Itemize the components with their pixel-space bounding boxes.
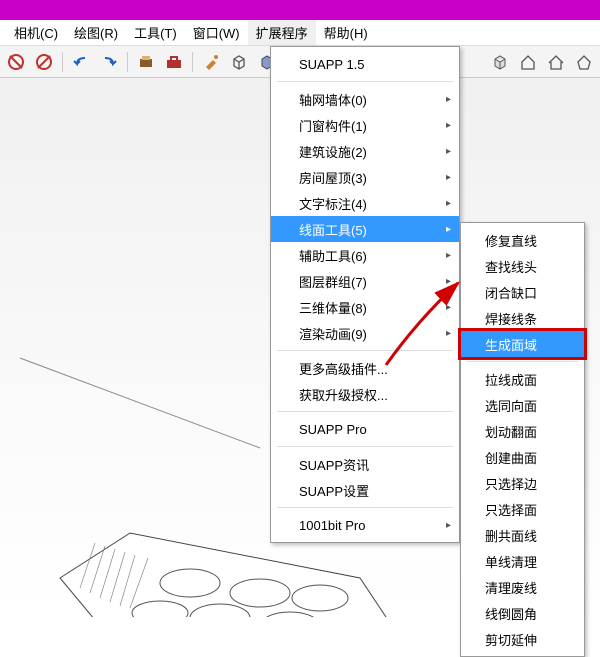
sub-stroke-flip[interactable]: 划动翻面	[461, 418, 584, 444]
sub-find-line-end[interactable]: 查找线头	[461, 253, 584, 279]
menu-more-plugins[interactable]: 更多高级插件...	[271, 355, 459, 381]
item-label: 轴网墙体(0)	[299, 90, 367, 109]
chevron-right-icon: ▸	[446, 250, 451, 261]
item-label: 建筑设施(2)	[299, 142, 367, 161]
item-label: SUAPP资讯	[299, 455, 369, 474]
sub-line-cleanup[interactable]: 单线清理	[461, 548, 584, 574]
house2-icon[interactable]	[544, 50, 568, 74]
paint-icon[interactable]	[199, 50, 223, 74]
sub-trim-extend[interactable]: 剪切延伸	[461, 626, 584, 652]
print-icon[interactable]	[134, 50, 158, 74]
item-label: 线面工具(5)	[299, 220, 367, 239]
toolbar-sep	[127, 52, 128, 72]
menu-draw[interactable]: 绘图(R)	[66, 20, 126, 45]
globe-icon[interactable]	[4, 50, 28, 74]
menu-window[interactable]: 窗口(W)	[185, 20, 248, 45]
menu-door-window[interactable]: 门窗构件(1) ▸	[271, 112, 459, 138]
menu-sep	[277, 81, 453, 82]
chevron-right-icon: ▸	[446, 224, 451, 235]
sub-purge-waste-line[interactable]: 清理废线	[461, 574, 584, 600]
sub-same-orient-face[interactable]: 选同向面	[461, 392, 584, 418]
menu-suapp-settings[interactable]: SUAPP设置	[271, 477, 459, 503]
sub-create-surface[interactable]: 创建曲面	[461, 444, 584, 470]
chevron-right-icon: ▸	[446, 94, 451, 105]
toolbox-icon[interactable]	[162, 50, 186, 74]
item-label: 门窗构件(1)	[299, 116, 367, 135]
item-label: 文字标注(4)	[299, 194, 367, 213]
menu-line-face-tools[interactable]: 线面工具(5) ▸	[271, 216, 459, 242]
menu-aux-tools[interactable]: 辅助工具(6) ▸	[271, 242, 459, 268]
menu-sep	[467, 361, 578, 362]
menu-sep	[277, 411, 453, 412]
item-label: 辅助工具(6)	[299, 246, 367, 265]
toolbar-sep	[192, 52, 193, 72]
menu-sep	[277, 446, 453, 447]
line-tools-submenu: 修复直线 查找线头 闭合缺口 焊接线条 生成面域 拉线成面 选同向面 划动翻面 …	[460, 222, 585, 657]
menu-camera[interactable]: 相机(C)	[6, 20, 66, 45]
toolbar-sep	[62, 52, 63, 72]
chevron-right-icon: ▸	[446, 120, 451, 131]
item-label: 三维体量(8)	[299, 298, 367, 317]
menu-tools[interactable]: 工具(T)	[126, 20, 185, 45]
item-label: 图层群组(7)	[299, 272, 367, 291]
box3d-icon[interactable]	[488, 50, 512, 74]
sub-close-gap[interactable]: 闭合缺口	[461, 279, 584, 305]
horizon-line	[20, 358, 260, 448]
menu-text-annot[interactable]: 文字标注(4) ▸	[271, 190, 459, 216]
chevron-right-icon: ▸	[446, 146, 451, 157]
menu-render-anim[interactable]: 渲染动画(9) ▸	[271, 320, 459, 346]
sub-line-fillet[interactable]: 线倒圆角	[461, 600, 584, 626]
menu-sep	[277, 507, 453, 508]
menu-suapp15[interactable]: SUAPP 1.5	[271, 51, 459, 77]
sub-select-edges[interactable]: 只选择边	[461, 470, 584, 496]
block-icon[interactable]	[32, 50, 56, 74]
cube-icon[interactable]	[227, 50, 251, 74]
menu-3d-volume[interactable]: 三维体量(8) ▸	[271, 294, 459, 320]
sub-select-faces[interactable]: 只选择面	[461, 496, 584, 522]
menubar: 相机(C) 绘图(R) 工具(T) 窗口(W) 扩展程序 帮助(H)	[0, 20, 600, 46]
menu-building-facility[interactable]: 建筑设施(2) ▸	[271, 138, 459, 164]
menu-room-roof[interactable]: 房间屋顶(3) ▸	[271, 164, 459, 190]
item-label: 渲染动画(9)	[299, 324, 367, 343]
menu-help[interactable]: 帮助(H)	[316, 20, 376, 45]
menu-extensions[interactable]: 扩展程序	[248, 20, 316, 45]
chevron-right-icon: ▸	[446, 328, 451, 339]
menu-layer-group[interactable]: 图层群组(7) ▸	[271, 268, 459, 294]
item-label: SUAPP 1.5	[299, 57, 365, 72]
menu-suapp-news[interactable]: SUAPP资讯	[271, 451, 459, 477]
chevron-right-icon: ▸	[446, 276, 451, 287]
house3-icon[interactable]	[572, 50, 596, 74]
item-label: 1001bit Pro	[299, 518, 366, 533]
item-label: 获取升级授权...	[299, 385, 388, 404]
chevron-right-icon: ▸	[446, 198, 451, 209]
highlight-box: 生成面域	[458, 328, 587, 360]
menu-get-license[interactable]: 获取升级授权...	[271, 381, 459, 407]
menu-1001bit[interactable]: 1001bit Pro ▸	[271, 512, 459, 538]
sub-repair-line[interactable]: 修复直线	[461, 227, 584, 253]
menu-suapp-pro[interactable]: SUAPP Pro	[271, 416, 459, 442]
home-icon[interactable]	[516, 50, 540, 74]
sub-make-faces[interactable]: 生成面域	[461, 331, 584, 357]
sub-del-coplanar-line[interactable]: 删共面线	[461, 522, 584, 548]
item-label: SUAPP设置	[299, 481, 369, 500]
item-label: 房间屋顶(3)	[299, 168, 367, 187]
item-label: SUAPP Pro	[299, 422, 367, 437]
window-titlebar	[0, 0, 600, 20]
chevron-right-icon: ▸	[446, 302, 451, 313]
undo-icon[interactable]	[69, 50, 93, 74]
item-label: 更多高级插件...	[299, 359, 388, 378]
menu-grid-wall[interactable]: 轴网墙体(0) ▸	[271, 86, 459, 112]
chevron-right-icon: ▸	[446, 172, 451, 183]
menu-sep	[277, 350, 453, 351]
extensions-dropdown: SUAPP 1.5 轴网墙体(0) ▸ 门窗构件(1) ▸ 建筑设施(2) ▸ 房间屋…	[270, 46, 460, 543]
chevron-right-icon: ▸	[446, 520, 451, 531]
geometry-pattern	[60, 533, 400, 617]
sub-push-line-face[interactable]: 拉线成面	[461, 366, 584, 392]
redo-icon[interactable]	[97, 50, 121, 74]
